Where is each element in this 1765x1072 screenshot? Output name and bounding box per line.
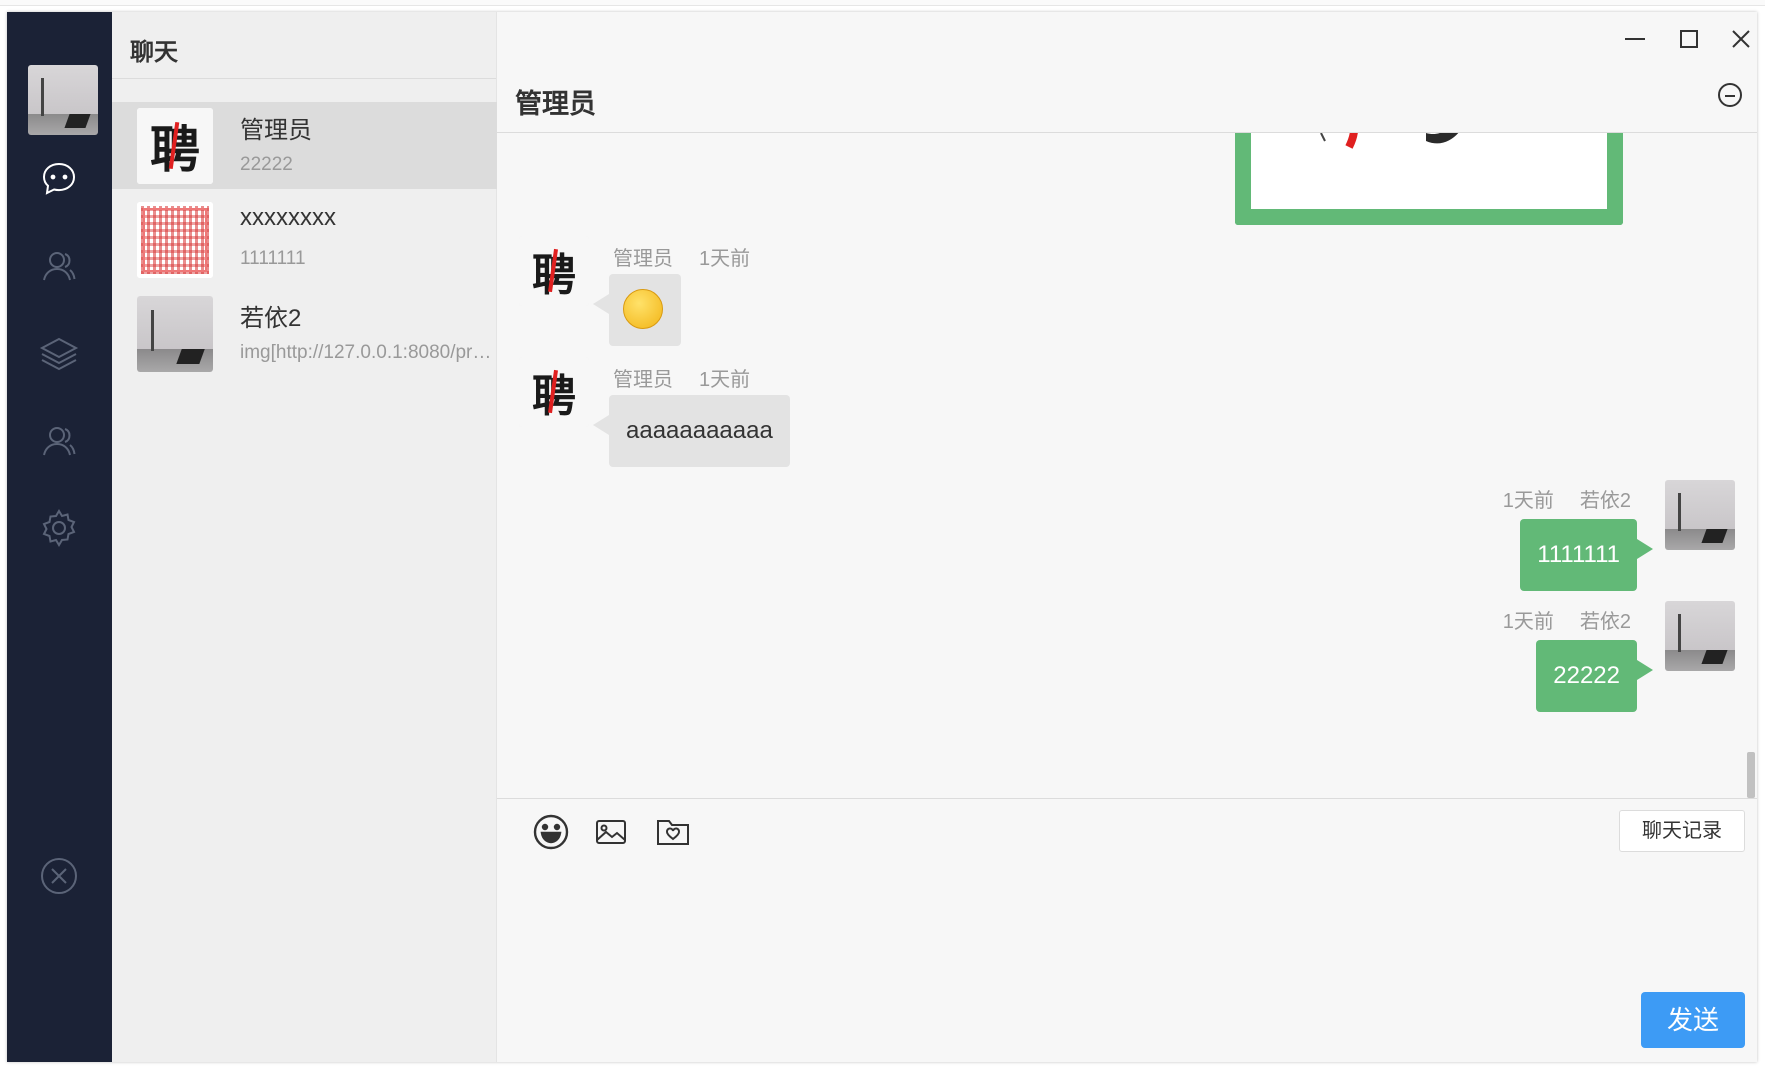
left-nav xyxy=(7,12,112,1062)
settings-icon[interactable] xyxy=(37,506,81,550)
chat-window: 聊天 聘 管理员 22222 xxxxxxxx 1111111 若依2 img[… xyxy=(7,12,1757,1062)
sender-name: 管理员 xyxy=(613,248,673,270)
browser-top-edge xyxy=(0,0,1765,6)
sender-name: 管理员 xyxy=(613,369,673,391)
conversation-name: 管理员 xyxy=(240,117,312,144)
message-meta: 1天前 若依2 xyxy=(1503,484,1631,513)
conversation-last-message: 22222 xyxy=(240,154,293,175)
message-bubble xyxy=(593,274,681,346)
message-meta: 管理员 1天前 xyxy=(613,242,750,271)
layers-icon[interactable] xyxy=(37,332,81,376)
maximize-icon[interactable] xyxy=(1669,22,1709,56)
message-time: 1天前 xyxy=(1502,490,1554,512)
message-time: 1天前 xyxy=(699,248,751,270)
conversation-item[interactable]: 若依2 img[http://127.0.0.1:8080/profile/up… xyxy=(112,290,497,377)
chat-history-button[interactable]: 聊天记录 xyxy=(1619,810,1745,852)
message-input[interactable] xyxy=(517,862,1737,982)
send-button[interactable]: 发送 xyxy=(1641,992,1745,1048)
conversation-item[interactable]: 聘 管理员 22222 xyxy=(112,102,497,189)
conversation-last-message: 1111111 xyxy=(240,248,306,269)
message-meta: 1天前 若依2 xyxy=(1503,605,1631,634)
message-list: 聘 管理员1天前 聘 管理员1天前 aaaaaaaaaaa 1天前若依2 111… xyxy=(497,133,1757,798)
group-icon[interactable] xyxy=(37,419,81,463)
sender-avatar[interactable] xyxy=(1665,480,1735,550)
emoji-sticker-icon xyxy=(623,289,663,329)
user-avatar[interactable] xyxy=(28,65,98,135)
message-bubble: 1111111 xyxy=(1520,519,1653,591)
conversation-last-message: img[http://127.0.0.1:8080/profile/upload… xyxy=(240,342,492,363)
sender-avatar[interactable]: 聘 xyxy=(519,236,589,306)
list-title: 聊天 xyxy=(112,12,496,79)
close-icon[interactable] xyxy=(1721,22,1757,56)
sender-avatar[interactable] xyxy=(1665,601,1735,671)
chat-panel: 管理员 聘 管理员 1天前 聘 管理员 1天前 xyxy=(497,12,1757,1062)
message-item: 1天前 若依2 22222 xyxy=(1335,601,1735,721)
folder-icon[interactable] xyxy=(653,812,693,852)
conversation-item[interactable]: xxxxxxxx 1111111 xyxy=(112,196,497,283)
chat-icon[interactable] xyxy=(37,157,81,201)
input-divider xyxy=(497,798,1757,799)
conversation-name: xxxxxxxx xyxy=(240,204,336,231)
emoji-icon[interactable] xyxy=(531,812,571,852)
chat-title: 管理员 xyxy=(515,89,596,119)
message-item: 1天前 若依2 1111111 xyxy=(1335,480,1735,600)
message-time: 1天前 xyxy=(1502,611,1554,633)
contacts-icon[interactable] xyxy=(37,244,81,288)
sender-name: 若依2 xyxy=(1579,490,1631,512)
message-bubble: 22222 xyxy=(1536,640,1653,712)
message-bubble: aaaaaaaaaaa xyxy=(593,395,790,467)
sender-name: 若依2 xyxy=(1579,611,1631,633)
more-options-icon[interactable] xyxy=(1715,80,1745,110)
image-message[interactable] xyxy=(1235,133,1623,225)
conversation-avatar: 聘 xyxy=(137,108,213,184)
message-meta: 管理员 1天前 xyxy=(613,363,750,392)
message-scrollbar[interactable] xyxy=(1747,752,1755,798)
conversation-avatar xyxy=(137,202,213,278)
conversation-list: 聊天 聘 管理员 22222 xxxxxxxx 1111111 若依2 img[… xyxy=(112,12,497,1062)
exit-icon[interactable] xyxy=(37,854,81,898)
image-icon[interactable] xyxy=(591,812,631,852)
minimize-icon[interactable] xyxy=(1615,22,1655,56)
sender-avatar[interactable]: 聘 xyxy=(519,357,589,427)
conversation-avatar xyxy=(137,296,213,372)
conversation-name: 若依2 xyxy=(240,305,302,332)
message-time: 1天前 xyxy=(699,369,751,391)
